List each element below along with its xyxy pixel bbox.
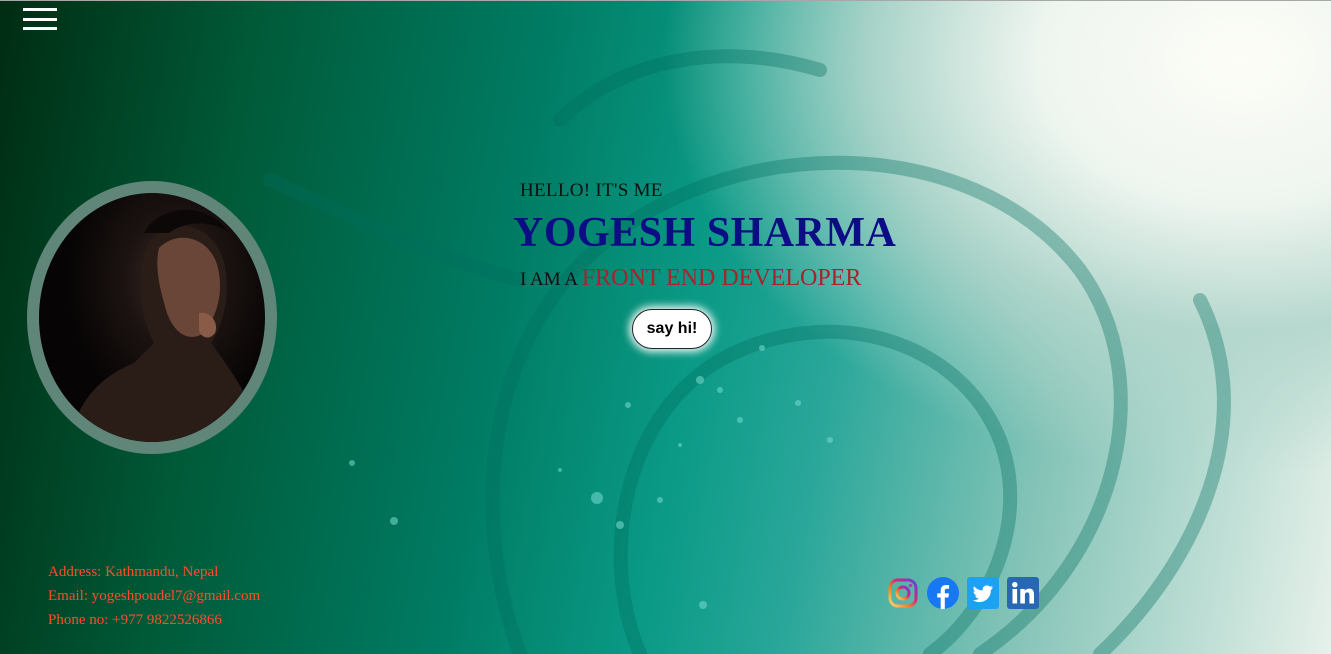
facebook-icon[interactable] bbox=[927, 577, 959, 609]
contact-address: Address: Kathmandu, Nepal bbox=[48, 564, 219, 580]
twitter-icon[interactable] bbox=[967, 577, 999, 609]
hero-section: HELLO! IT'S ME YOGESH SHARMA I AM A FRON… bbox=[0, 0, 1331, 654]
social-links bbox=[887, 577, 1039, 609]
role-prefix: I AM A bbox=[520, 269, 578, 290]
say-hi-button[interactable]: say hi! bbox=[632, 309, 712, 349]
role-line: I AM A FRONT END DEVELOPER bbox=[520, 265, 861, 292]
contact-email: Email: yogeshpoudel7@gmail.com bbox=[48, 588, 261, 604]
role-text: FRONT END DEVELOPER bbox=[581, 265, 862, 291]
contact-phone: Phone no: +977 9822526866 bbox=[48, 612, 222, 628]
name-heading: YOGESH SHARMA bbox=[513, 210, 897, 256]
instagram-icon[interactable] bbox=[887, 577, 919, 609]
linkedin-icon[interactable] bbox=[1007, 577, 1039, 609]
greeting-text: HELLO! IT'S ME bbox=[520, 180, 663, 201]
contact-info: Address: Kathmandu, Nepal Email: yogeshp… bbox=[48, 560, 260, 632]
